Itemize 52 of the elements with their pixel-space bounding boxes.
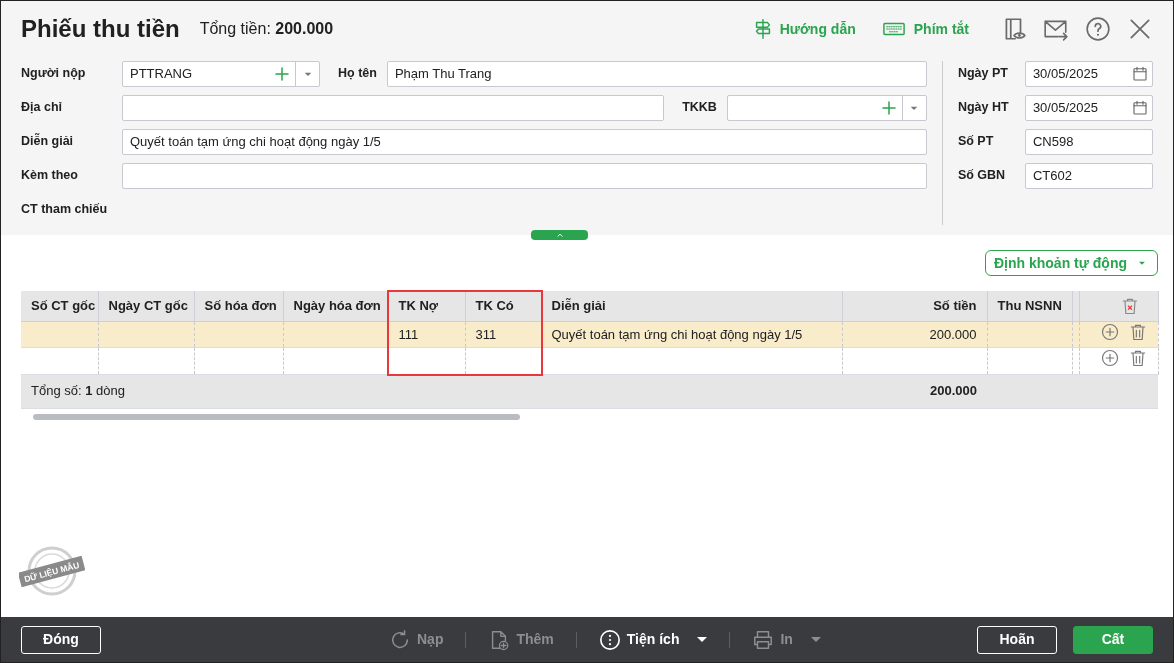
column-header: Ngày hóa đơn — [283, 291, 388, 321]
date-field[interactable]: 30/05/2025 — [1024, 94, 1153, 121]
field-label: Họ tên — [338, 65, 377, 83]
text-field[interactable]: Phạm Thu Trang — [386, 60, 927, 87]
utilities-button[interactable]: Tiện ích — [592, 627, 714, 652]
total-amount: Tổng tiền: 200.000 — [199, 19, 334, 40]
field-label: Ngày PT — [957, 65, 1009, 83]
dots-circle-icon — [598, 628, 621, 651]
add-row-icon[interactable] — [1099, 348, 1120, 368]
reload-icon — [389, 628, 411, 651]
postpone-button[interactable]: Hoãn — [977, 625, 1057, 654]
field-label: Ngày HT — [957, 99, 1010, 117]
total-sum: 200.000 — [842, 374, 987, 408]
text-field[interactable]: CT602 — [1024, 162, 1153, 189]
column-header: TK Có — [465, 291, 541, 321]
column-header: Số CT gốc — [21, 291, 98, 321]
table-cell: Quyết toán tạm ứng chi hoạt động ngày 1/5 — [541, 321, 842, 348]
lookup-field[interactable] — [726, 94, 927, 121]
column-header: Số tiền — [842, 291, 987, 321]
calendar-icon[interactable] — [1131, 98, 1149, 117]
column-header: Số hóa đơn — [194, 291, 283, 321]
field-label: CT tham chiếu — [21, 201, 109, 219]
plus-icon[interactable] — [273, 64, 291, 83]
column-header: Thu NSNN — [987, 291, 1072, 321]
plus-icon[interactable] — [879, 98, 898, 117]
text-field[interactable] — [122, 162, 927, 189]
field-label: Người nộp — [21, 65, 87, 83]
close-button[interactable]: Đóng — [21, 625, 101, 654]
field-label: Kèm theo — [21, 167, 79, 185]
collapse-button[interactable] — [531, 230, 588, 240]
add-row-icon[interactable] — [1099, 321, 1120, 342]
table-cell: 111 — [388, 321, 465, 348]
field-label: TKKB — [682, 99, 717, 117]
row-count: Tổng số: 1 dòng — [21, 374, 842, 408]
column-header: TK Nợ — [388, 291, 465, 321]
field-label: Diễn giải — [21, 132, 75, 151]
help-icon[interactable] — [1085, 16, 1111, 43]
date-field[interactable]: 30/05/2025 — [1024, 60, 1153, 87]
table-cell: 311 — [465, 321, 541, 348]
field-label: Địa chỉ — [21, 99, 63, 117]
field-label: Số GBN — [957, 167, 1007, 185]
printer-icon — [752, 628, 775, 651]
text-field[interactable]: Quyết toán tạm ứng chi hoạt động ngày 1/5 — [122, 128, 927, 155]
table-cell: 200.000 — [842, 321, 987, 348]
calendar-icon[interactable] — [1131, 64, 1149, 83]
column-header: Diễn giải — [541, 291, 842, 321]
field-label: Số PT — [957, 133, 995, 151]
column-header: Ngày CT gốc — [98, 291, 194, 321]
form-title: Phiếu thu tiền — [21, 15, 180, 44]
lookup-field[interactable]: PTTRANG — [122, 60, 320, 87]
text-field[interactable] — [122, 94, 665, 121]
text-field[interactable]: CN598 — [1024, 128, 1153, 155]
